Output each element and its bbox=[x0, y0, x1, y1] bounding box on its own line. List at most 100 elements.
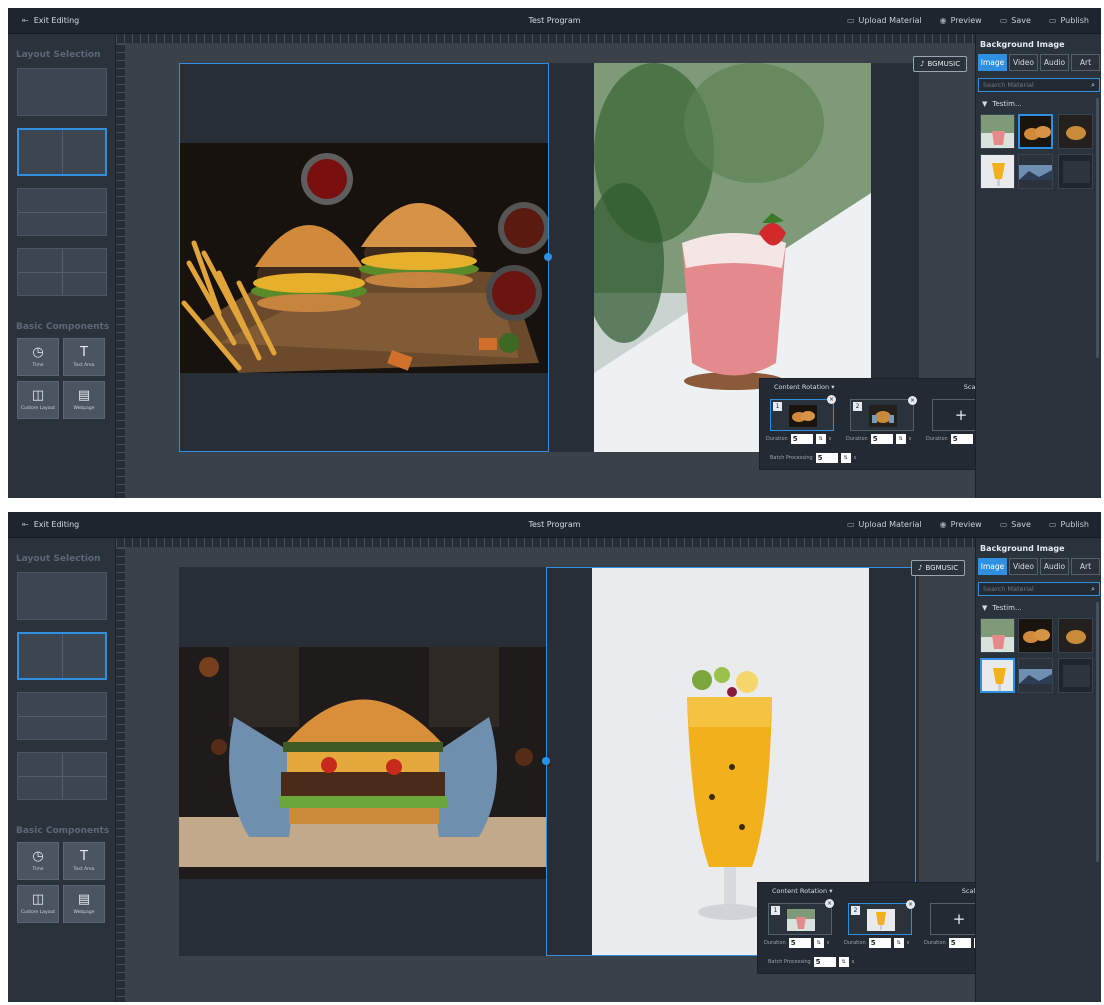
horizontal-ruler bbox=[116, 34, 975, 44]
triangle-down-icon: ▼ bbox=[982, 100, 988, 108]
stepper-icon[interactable]: ⇅ bbox=[813, 938, 824, 948]
content-rotation-heading[interactable]: Content Rotation ▾ bbox=[772, 887, 832, 895]
tab-video[interactable]: Video bbox=[1009, 54, 1038, 71]
duration-input[interactable]: 5 bbox=[788, 938, 811, 948]
component-webpage[interactable]: ▤ Webpage bbox=[63, 381, 105, 419]
triangle-down-icon: ▼ bbox=[982, 604, 988, 612]
material-thumb-1[interactable] bbox=[980, 618, 1015, 653]
bgmusic-label: BGMUSIC bbox=[927, 60, 961, 68]
remove-icon[interactable]: × bbox=[906, 900, 915, 909]
component-custom-layout[interactable]: ◫ Custom Layout bbox=[17, 885, 59, 923]
batch-processing-input[interactable]: 5 bbox=[813, 957, 836, 967]
tab-image[interactable]: Image bbox=[978, 558, 1007, 575]
layout-option-two-columns[interactable] bbox=[17, 128, 107, 176]
material-thumb-5[interactable] bbox=[1018, 154, 1053, 189]
save-button[interactable]: ▭ Save bbox=[1000, 16, 1031, 25]
layout-option-single[interactable] bbox=[17, 572, 107, 620]
duration-input[interactable]: 5 bbox=[950, 434, 973, 444]
remove-icon[interactable]: × bbox=[827, 395, 836, 404]
upload-material-button[interactable]: ▭ Upload Material bbox=[847, 16, 922, 25]
rotation-item-1[interactable]: 1 bbox=[768, 903, 832, 935]
search-material-input[interactable]: Search Material ⌕ bbox=[978, 582, 1100, 596]
stepper-icon[interactable]: ⇅ bbox=[815, 434, 826, 444]
material-thumb-4[interactable] bbox=[980, 154, 1015, 189]
bgmusic-button[interactable]: ♪ BGMUSIC bbox=[913, 56, 968, 72]
material-thumb-5[interactable] bbox=[1018, 658, 1053, 693]
preview-button[interactable]: ◉ Preview bbox=[940, 520, 982, 529]
batch-processing-label: Batch Processing bbox=[770, 455, 813, 461]
search-material-input[interactable]: Search Material ⌕ bbox=[978, 78, 1100, 92]
strawberry-drink-thumbnail bbox=[981, 115, 1014, 148]
resize-handle[interactable] bbox=[544, 253, 552, 261]
rotation-item-2[interactable]: 2 × bbox=[850, 396, 917, 431]
stepper-icon[interactable]: ⇅ bbox=[840, 453, 851, 463]
remove-icon[interactable]: × bbox=[825, 899, 834, 908]
preview-button[interactable]: ◉ Preview bbox=[940, 16, 982, 25]
material-thumb-6[interactable] bbox=[1058, 658, 1093, 693]
material-scrollbar[interactable] bbox=[1096, 98, 1099, 358]
layout-option-quad[interactable] bbox=[17, 752, 107, 800]
rotation-item-2[interactable]: 2 × bbox=[848, 900, 915, 935]
top-bar: ⇤ Exit Editing Test Program ▭ Upload Mate… bbox=[8, 512, 1101, 538]
selected-region-left[interactable] bbox=[179, 63, 549, 452]
material-thumb-2[interactable] bbox=[1018, 114, 1053, 149]
duration-unit: s bbox=[826, 940, 830, 946]
material-thumb-3[interactable] bbox=[1058, 114, 1093, 149]
search-icon[interactable]: ⌕ bbox=[1091, 585, 1095, 594]
left-region-image[interactable] bbox=[179, 647, 547, 879]
duration-input[interactable]: 5 bbox=[790, 434, 813, 444]
layout-option-two-rows[interactable] bbox=[17, 188, 107, 236]
material-thumb-2[interactable] bbox=[1018, 618, 1053, 653]
save-button[interactable]: ▭ Save bbox=[1000, 520, 1031, 529]
duration-input[interactable]: 5 bbox=[870, 434, 893, 444]
clock-icon: ◷ bbox=[32, 345, 44, 360]
tab-image[interactable]: Image bbox=[978, 54, 1007, 71]
batch-processing-input[interactable]: 5 bbox=[815, 453, 838, 463]
resize-handle[interactable] bbox=[542, 757, 550, 765]
component-webpage[interactable]: ▤ Webpage bbox=[63, 885, 105, 923]
publish-button[interactable]: ▭ Publish bbox=[1049, 520, 1089, 529]
divider bbox=[62, 753, 63, 799]
material-thumb-1[interactable] bbox=[980, 114, 1015, 149]
material-thumb-3[interactable] bbox=[1058, 618, 1093, 653]
component-time[interactable]: ◷ Time bbox=[17, 842, 59, 880]
tab-audio[interactable]: Audio bbox=[1040, 54, 1069, 71]
layout-option-two-rows[interactable] bbox=[17, 692, 107, 740]
folder-testim[interactable]: ▼ Testim... bbox=[982, 604, 1022, 612]
search-icon[interactable]: ⌕ bbox=[1091, 81, 1095, 90]
remove-icon[interactable]: × bbox=[908, 396, 917, 405]
tab-audio[interactable]: Audio bbox=[1040, 558, 1069, 575]
material-tabs: Image Video Audio Art bbox=[978, 54, 1100, 71]
tab-video[interactable]: Video bbox=[1009, 558, 1038, 575]
duration-input[interactable]: 5 bbox=[948, 938, 971, 948]
layout-option-two-columns[interactable] bbox=[17, 632, 107, 680]
upload-material-button[interactable]: ▭ Upload Material bbox=[847, 520, 922, 529]
material-thumb-6[interactable] bbox=[1058, 154, 1093, 189]
component-text-area[interactable]: T Text Area bbox=[63, 842, 105, 880]
layout-option-quad[interactable] bbox=[17, 248, 107, 296]
stepper-icon[interactable]: ⇅ bbox=[895, 434, 906, 444]
material-scrollbar[interactable] bbox=[1096, 602, 1099, 862]
tab-art[interactable]: Art bbox=[1071, 54, 1100, 71]
folder-testim[interactable]: ▼ Testim... bbox=[982, 100, 1022, 108]
publish-button[interactable]: ▭ Publish bbox=[1049, 16, 1089, 25]
component-time[interactable]: ◷ Time bbox=[17, 338, 59, 376]
eye-icon: ◉ bbox=[939, 520, 947, 529]
duration-input[interactable]: 5 bbox=[868, 938, 891, 948]
top-actions: ▭ Upload Material ◉ Preview ▭ Save ▭ Publish bbox=[847, 520, 1089, 529]
bgmusic-button[interactable]: ♪ BGMUSIC bbox=[911, 560, 966, 576]
rotation-item-1[interactable]: 1 bbox=[770, 399, 834, 431]
material-thumb-4[interactable] bbox=[980, 658, 1015, 693]
stepper-icon[interactable]: ⇅ bbox=[893, 938, 904, 948]
content-rotation-heading[interactable]: Content Rotation ▾ bbox=[774, 383, 834, 391]
strawberry-drink-thumbnail bbox=[787, 909, 815, 931]
component-text-area[interactable]: T Text Area bbox=[63, 338, 105, 376]
right-panel: Background Image Image Video Audio Art S… bbox=[975, 538, 1101, 1002]
tab-art[interactable]: Art bbox=[1071, 558, 1100, 575]
layout-selection-heading: Layout Selection bbox=[16, 50, 101, 60]
layout-option-single[interactable] bbox=[17, 68, 107, 116]
stepper-icon[interactable]: ⇅ bbox=[838, 957, 849, 967]
publish-label: Publish bbox=[1060, 520, 1089, 529]
component-custom-layout[interactable]: ◫ Custom Layout bbox=[17, 381, 59, 419]
save-label: Save bbox=[1011, 16, 1031, 25]
